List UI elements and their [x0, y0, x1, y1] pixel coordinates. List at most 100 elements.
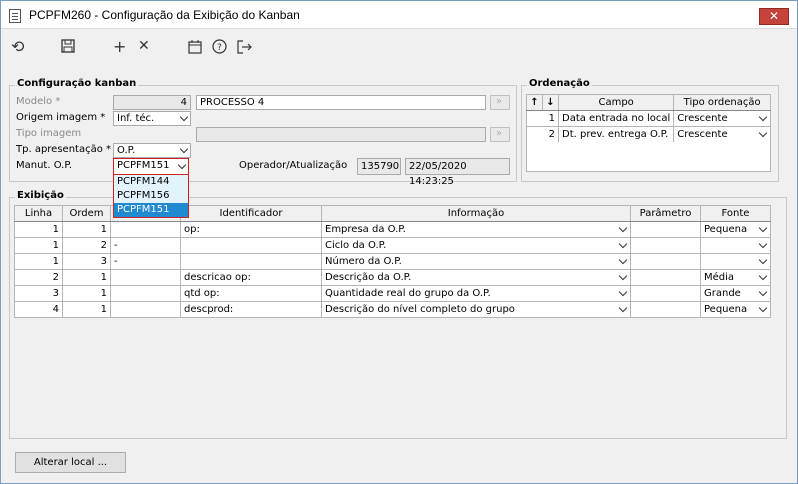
alterar-local-button[interactable]: Alterar local ...: [15, 452, 126, 473]
ordem-cell[interactable]: 3: [62, 253, 111, 270]
ordem-cell[interactable]: 1: [62, 269, 111, 286]
dropdown-option[interactable]: PCPFM144: [114, 175, 188, 189]
informacao-value: Quantidade real do grupo da O.P.: [325, 288, 491, 299]
table-row[interactable]: 1 Data entrada no local Crescente: [526, 110, 771, 127]
fonte-select[interactable]: [700, 253, 771, 270]
fonte-select[interactable]: Pequena: [700, 301, 771, 318]
informacao-select[interactable]: Descrição do nível completo do grupo: [321, 301, 631, 318]
tipo-ordenacao-select[interactable]: Crescente: [673, 110, 771, 127]
tipo-ordenacao-select[interactable]: Crescente: [673, 126, 771, 143]
separador-cell[interactable]: [110, 269, 181, 286]
table-row[interactable]: 2 Dt. prev. entrega O.P. Crescente: [526, 126, 771, 143]
chevron-down-icon: [618, 303, 628, 313]
chevron-down-icon: [758, 223, 768, 233]
modelo-desc-field[interactable]: PROCESSO 4: [196, 95, 486, 110]
informacao-select[interactable]: Número da O.P.: [321, 253, 631, 270]
informacao-select[interactable]: Empresa da O.P.: [321, 221, 631, 238]
linha-cell[interactable]: 1: [14, 237, 63, 254]
identificador-cell[interactable]: descprod:: [180, 301, 322, 318]
manut-op-label: Manut. O.P.: [16, 160, 73, 171]
linha-header: Linha: [14, 205, 63, 222]
calendar-icon[interactable]: [188, 39, 202, 58]
separador-cell[interactable]: -: [110, 253, 181, 270]
campo-cell[interactable]: Data entrada no local: [557, 110, 675, 127]
manut-op-select[interactable]: PCPFM151: [113, 158, 189, 175]
parametro-cell[interactable]: [630, 237, 701, 254]
tp-apresentacao-select[interactable]: O.P.: [113, 143, 191, 158]
table-row[interactable]: 2 1 descricao op: Descrição da O.P. Médi…: [14, 269, 771, 286]
close-button[interactable]: ✕: [759, 8, 789, 25]
window-title: PCPFM260 - Configuração da Exibição do K…: [29, 8, 300, 22]
parametro-cell[interactable]: [630, 221, 701, 238]
manut-op-value: PCPFM151: [117, 160, 170, 171]
fonte-select[interactable]: Média: [700, 269, 771, 286]
informacao-value: Empresa da O.P.: [325, 224, 406, 235]
table-row[interactable]: 3 1 qtd op: Quantidade real do grupo da …: [14, 285, 771, 302]
move-up-button[interactable]: ↑: [526, 94, 543, 111]
identificador-cell[interactable]: [180, 253, 322, 270]
linha-cell[interactable]: 1: [14, 253, 63, 270]
identificador-cell[interactable]: qtd op:: [180, 285, 322, 302]
exit-icon[interactable]: [237, 39, 253, 58]
delete-icon[interactable]: ✕: [138, 38, 150, 54]
ordem-cell[interactable]: 1: [62, 301, 111, 318]
tipo-ordenacao-header: Tipo ordenação: [673, 94, 771, 111]
exibicao-table: Linha Ordem Identificador Informação Par…: [14, 205, 771, 318]
linha-cell[interactable]: 1: [14, 221, 63, 238]
fonte-select[interactable]: [700, 237, 771, 254]
separador-cell[interactable]: [110, 285, 181, 302]
dropdown-option-selected[interactable]: PCPFM151: [114, 203, 188, 217]
chevron-down-icon: [758, 271, 768, 281]
table-row[interactable]: 1 2 - Ciclo da O.P.: [14, 237, 771, 254]
linha-cell[interactable]: 4: [14, 301, 63, 318]
tipo-lookup-button[interactable]: [490, 127, 510, 142]
tipo-ordenacao-value: Crescente: [677, 129, 728, 140]
add-icon[interactable]: +: [113, 37, 126, 56]
identificador-cell[interactable]: descricao op:: [180, 269, 322, 286]
origem-select[interactable]: Inf. téc.: [113, 111, 191, 126]
table-row[interactable]: 4 1 descprod: Descrição do nível complet…: [14, 301, 771, 318]
campo-cell[interactable]: Dt. prev. entrega O.P.: [557, 126, 675, 143]
svg-text:?: ?: [217, 43, 222, 53]
ordem-cell[interactable]: 1: [62, 221, 111, 238]
chevron-down-icon: [758, 255, 768, 265]
chevron-down-icon: [618, 271, 628, 281]
ordem-cell[interactable]: 1: [62, 285, 111, 302]
separador-cell[interactable]: [110, 221, 181, 238]
table-row[interactable]: 1 3 - Número da O.P.: [14, 253, 771, 270]
ordem-cell[interactable]: 2: [62, 237, 111, 254]
exibicao-title: Exibição: [15, 190, 66, 201]
help-icon[interactable]: ?: [212, 39, 227, 58]
parametro-cell[interactable]: [630, 285, 701, 302]
ordenacao-title: Ordenação: [527, 78, 592, 89]
identificador-cell[interactable]: [180, 237, 322, 254]
informacao-select[interactable]: Descrição da O.P.: [321, 269, 631, 286]
linha-cell[interactable]: 2: [14, 269, 63, 286]
parametro-cell[interactable]: [630, 269, 701, 286]
modelo-label: Modelo *: [16, 96, 61, 107]
fonte-select[interactable]: Pequena: [700, 221, 771, 238]
informacao-select[interactable]: Quantidade real do grupo da O.P.: [321, 285, 631, 302]
modelo-field[interactable]: 4: [113, 95, 191, 110]
config-group-title: Configuração kanban: [15, 78, 139, 89]
chevron-down-icon: [758, 303, 768, 313]
identificador-cell[interactable]: op:: [180, 221, 322, 238]
dropdown-option[interactable]: PCPFM156: [114, 189, 188, 203]
separador-cell[interactable]: [110, 301, 181, 318]
fonte-select[interactable]: Grande: [700, 285, 771, 302]
parametro-cell[interactable]: [630, 253, 701, 270]
chevron-down-icon: [758, 112, 768, 122]
modelo-lookup-button[interactable]: [490, 95, 510, 110]
linha-cell[interactable]: 3: [14, 285, 63, 302]
informacao-value: Descrição do nível completo do grupo: [325, 304, 515, 315]
save-icon[interactable]: [61, 39, 75, 57]
refresh-icon[interactable]: ⟲: [11, 37, 24, 56]
chevron-down-icon: [758, 128, 768, 138]
table-row[interactable]: 1 1 op: Empresa da O.P. Pequena: [14, 221, 771, 238]
move-down-button[interactable]: ↓: [542, 94, 559, 111]
operador-value: 135790: [357, 158, 401, 175]
parametro-cell[interactable]: [630, 301, 701, 318]
separador-cell[interactable]: -: [110, 237, 181, 254]
origem-label: Origem imagem *: [16, 112, 106, 123]
informacao-select[interactable]: Ciclo da O.P.: [321, 237, 631, 254]
